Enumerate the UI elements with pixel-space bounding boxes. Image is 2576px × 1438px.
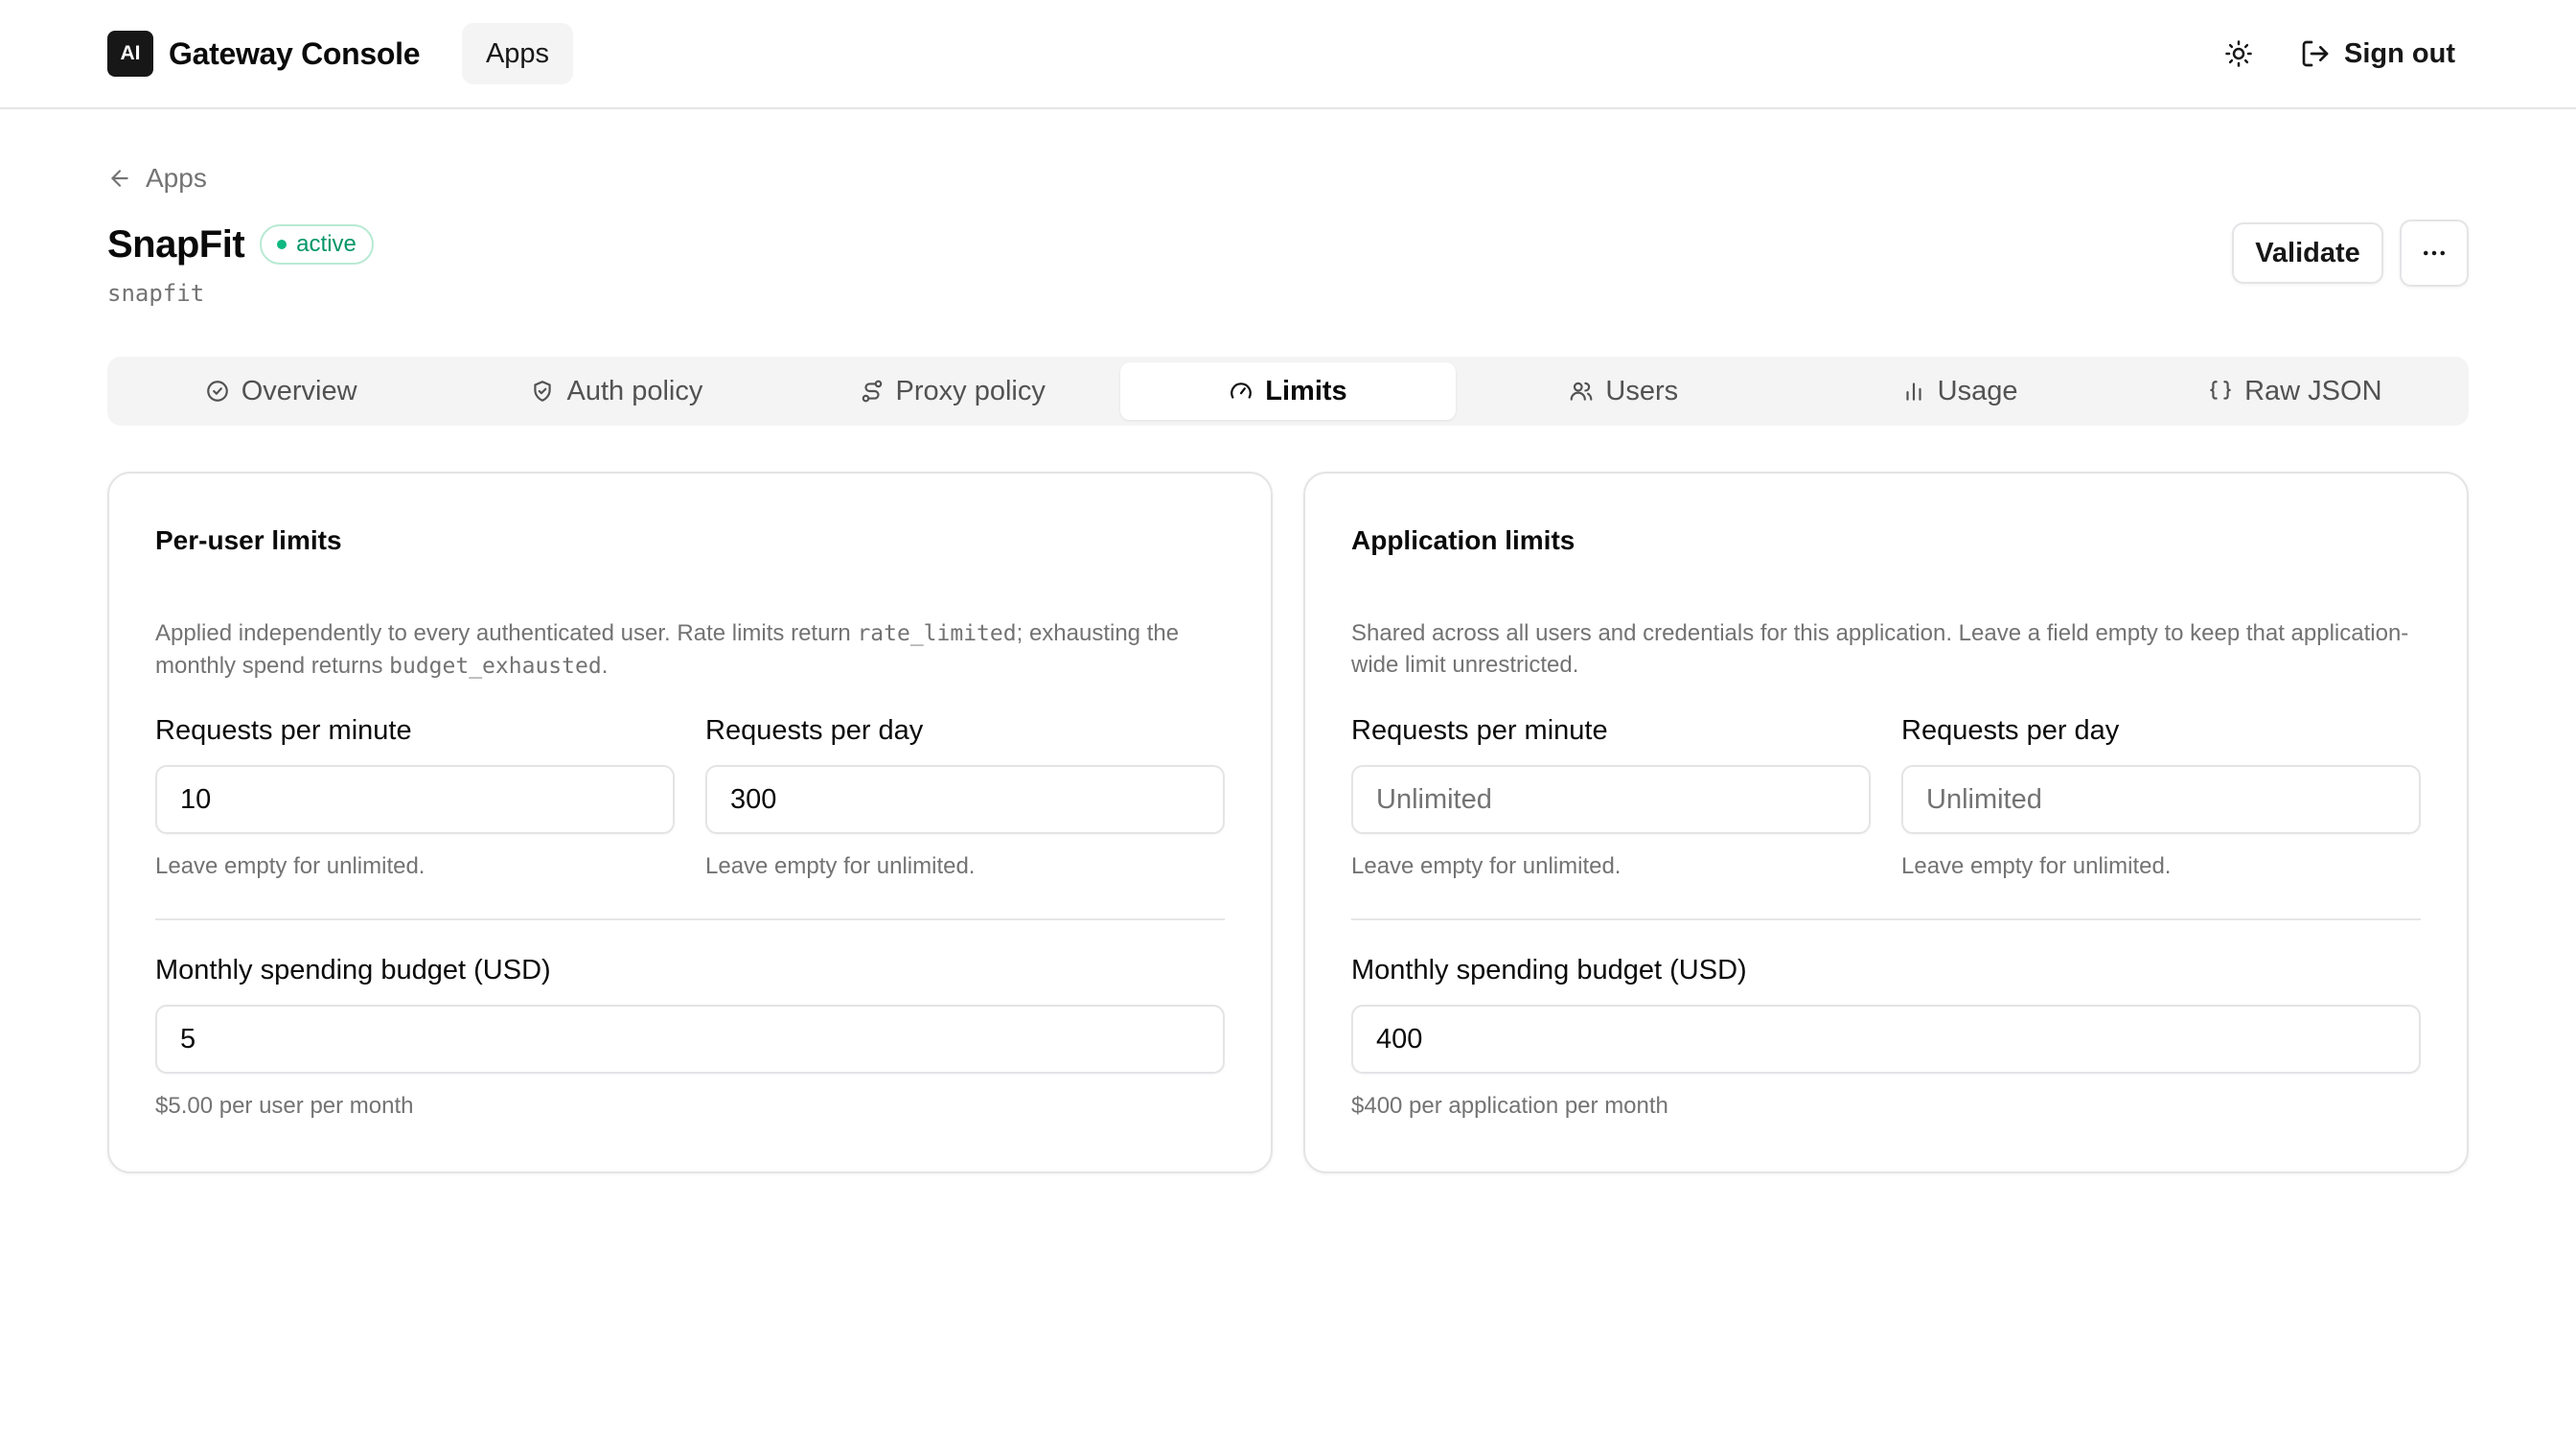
rpd-hint: Leave empty for unlimited.: [1901, 853, 2172, 879]
per-user-budget-input[interactable]: 5: [155, 1005, 1225, 1074]
budget-label: Monthly spending budget (USD): [1351, 955, 1747, 986]
tab-usage[interactable]: Usage: [1791, 362, 2127, 420]
theme-toggle-button[interactable]: [2220, 35, 2258, 73]
application-budget-input[interactable]: 400: [1351, 1005, 2421, 1074]
card-title: Per-user limits: [155, 525, 342, 555]
desc-text: .: [601, 653, 609, 679]
per-user-limits-card: Per-user limits Applied independently to…: [107, 472, 1273, 1173]
tab-auth-policy[interactable]: Auth policy: [448, 362, 784, 420]
gauge-icon: [1230, 383, 1253, 399]
tab-proxy-policy[interactable]: Proxy policy: [785, 362, 1120, 420]
divider: [155, 918, 1225, 920]
tab-label: Users: [1605, 375, 1679, 406]
rpd-label: Requests per day: [705, 715, 924, 746]
desc-code-budget-exhausted: budget_exhausted: [389, 654, 602, 679]
status-badge: active: [260, 224, 374, 265]
back-label: Apps: [146, 163, 207, 193]
app-name[interactable]: Gateway Console: [169, 33, 421, 75]
tab-limits[interactable]: Limits: [1119, 362, 1457, 420]
tab-label: Usage: [1937, 375, 2018, 406]
status-label: active: [296, 231, 356, 257]
rpm-hint: Leave empty for unlimited.: [1351, 853, 1622, 879]
desc-text: Applied independently to every authentic…: [155, 620, 858, 646]
route-icon: [862, 380, 882, 403]
shield-check-icon: [534, 381, 552, 402]
card-description: Applied independently to every authentic…: [155, 617, 1229, 683]
rpd-label: Requests per day: [1901, 715, 2120, 746]
tab-overview[interactable]: Overview: [113, 362, 448, 420]
page-title: SnapFit: [107, 222, 245, 266]
users-icon: [1571, 382, 1593, 401]
rpm-label: Requests per minute: [1351, 715, 1608, 746]
rpm-hint: Leave empty for unlimited.: [155, 853, 426, 879]
sign-out-icon: [2302, 40, 2329, 67]
per-user-rpd-input[interactable]: 300: [705, 765, 1225, 834]
top-navigation-bar: AI Gateway Console Apps Sign out: [0, 0, 2576, 109]
per-user-rpm-input[interactable]: 10: [155, 765, 675, 834]
braces-icon: [2210, 381, 2231, 400]
nav-apps-link[interactable]: Apps: [462, 23, 573, 84]
sign-out-button[interactable]: Sign out: [2300, 29, 2455, 79]
application-rpd-input[interactable]: Unlimited: [1901, 765, 2421, 834]
budget-hint: $400 per application per month: [1351, 1093, 1668, 1119]
arrow-left-icon: [111, 170, 128, 187]
back-to-apps-link[interactable]: Apps: [107, 159, 207, 197]
tab-label: Raw JSON: [2244, 375, 2382, 406]
tab-label: Overview: [241, 375, 357, 406]
sun-icon: [2225, 40, 2252, 67]
budget-label: Monthly spending budget (USD): [155, 955, 551, 986]
tab-bar: Overview Auth policy Proxy policy Limits…: [107, 357, 2469, 426]
tab-label: Auth policy: [566, 375, 703, 406]
application-rpm-input[interactable]: Unlimited: [1351, 765, 1871, 834]
logo[interactable]: AI: [107, 31, 153, 77]
bar-chart-icon: [1906, 383, 1921, 401]
status-dot: [277, 240, 288, 249]
check-circle-icon: [206, 381, 228, 402]
tab-label: Proxy policy: [895, 375, 1046, 406]
application-limits-card: Application limits Shared across all use…: [1303, 472, 2469, 1173]
card-title: Application limits: [1351, 525, 1576, 555]
more-actions-button[interactable]: [2400, 220, 2469, 287]
more-horizontal-icon: [2424, 250, 2445, 256]
desc-code-rate-limited: rate_limited: [857, 621, 1017, 646]
rpd-hint: Leave empty for unlimited.: [705, 853, 976, 879]
sign-out-label: Sign out: [2344, 37, 2455, 69]
app-slug: snapfit: [107, 280, 205, 307]
tab-label: Limits: [1265, 375, 1347, 406]
app-title-row: SnapFit active: [107, 220, 374, 268]
tab-users[interactable]: Users: [1456, 362, 1791, 420]
card-description: Shared across all users and credentials …: [1351, 620, 2409, 678]
budget-hint: $5.00 per user per month: [155, 1093, 414, 1119]
validate-button[interactable]: Validate: [2232, 222, 2383, 284]
rpm-label: Requests per minute: [155, 715, 412, 746]
tab-raw-json[interactable]: Raw JSON: [2128, 362, 2463, 420]
divider: [1351, 918, 2421, 920]
